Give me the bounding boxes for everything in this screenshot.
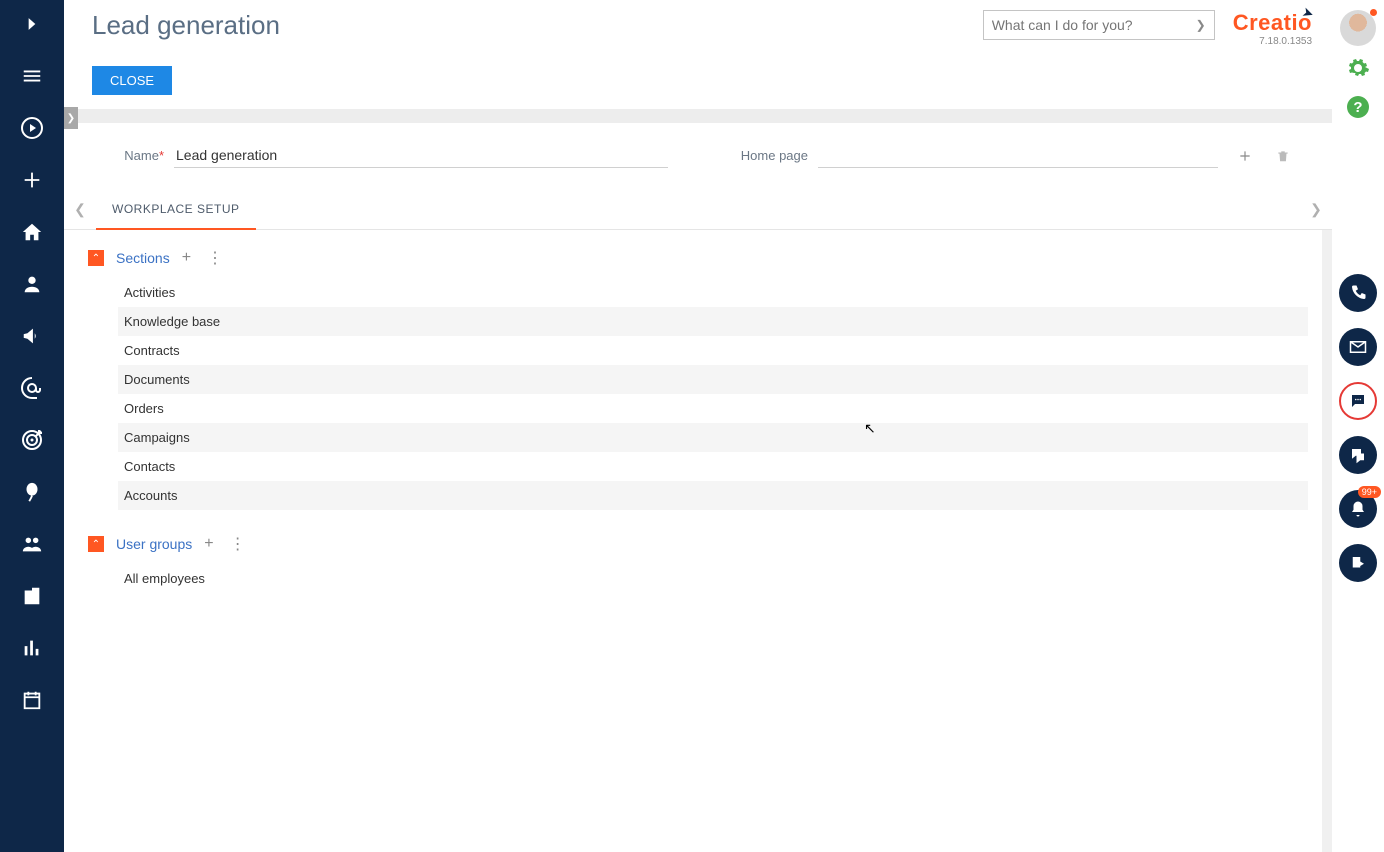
phone-icon[interactable] [1339,274,1377,312]
search-box[interactable]: ❯ [983,10,1215,40]
expand-icon[interactable] [18,10,46,38]
tab-row: ❮ WORKPLACE SETUP ❯ [64,190,1332,230]
version-text: 7.18.0.1353 [1233,36,1312,47]
notification-badge: 99+ [1358,486,1381,498]
sections-header: ⌃ Sections + ⋮ [88,248,1308,268]
usergroups-title: User groups [116,536,192,552]
usergroups-list: All employees [118,564,1308,593]
usergroups-menu-icon[interactable]: ⋮ [230,534,244,554]
clear-homepage-icon[interactable] [1274,147,1292,165]
vertical-scrollbar[interactable] [1322,230,1332,852]
at-icon[interactable] [18,374,46,402]
content-area: ⌃ Sections + ⋮ ActivitiesKnowledge baseC… [64,230,1332,635]
form-card: Name* Home page [64,123,1332,190]
tab-next-icon[interactable]: ❯ [1300,201,1332,218]
calendar-icon[interactable] [18,686,46,714]
svg-text:?: ? [1353,99,1362,116]
tab-workplace-setup[interactable]: WORKPLACE SETUP [96,190,256,230]
avatar[interactable] [1340,10,1376,46]
sections-collapse-icon[interactable]: ⌃ [88,250,104,266]
balloon-icon[interactable] [18,478,46,506]
brand-logo: Creatio➤ [1233,10,1312,36]
team-icon[interactable] [18,530,46,558]
main-content: Lead generation ❯ Creatio➤ 7.18.0.1353 C… [64,0,1332,852]
sections-title: Sections [116,250,170,266]
page-title: Lead generation [92,10,280,41]
list-item[interactable]: Orders [118,394,1308,423]
name-field[interactable] [174,143,668,168]
play-icon[interactable] [18,114,46,142]
list-item[interactable]: Activities [118,278,1308,307]
sections-list: ActivitiesKnowledge baseContractsDocumen… [118,278,1308,510]
chart-icon[interactable] [18,634,46,662]
help-icon[interactable]: ? [1346,95,1370,124]
usergroups-add-icon[interactable]: + [204,535,213,553]
brand: Creatio➤ 7.18.0.1353 [1233,10,1312,47]
person-icon[interactable] [18,270,46,298]
usergroups-header: ⌃ User groups + ⋮ [88,534,1308,554]
target-icon[interactable] [18,426,46,454]
megaphone-icon[interactable] [18,322,46,350]
right-rail: ? 99+ [1332,0,1384,852]
panel-expand-icon[interactable]: ❯ [64,107,78,129]
mail-icon[interactable] [1339,328,1377,366]
left-rail [0,0,64,852]
homepage-field[interactable] [818,143,1218,168]
feed-icon[interactable] [1339,436,1377,474]
plus-icon[interactable] [18,166,46,194]
usergroups-collapse-icon[interactable]: ⌃ [88,536,104,552]
list-item[interactable]: Contracts [118,336,1308,365]
sections-add-icon[interactable]: + [182,249,191,267]
process-icon[interactable] [1339,544,1377,582]
list-item[interactable]: Documents [118,365,1308,394]
list-item[interactable]: Knowledge base [118,307,1308,336]
list-item[interactable]: Contacts [118,452,1308,481]
topbar: Lead generation ❯ Creatio➤ 7.18.0.1353 [64,0,1332,60]
name-field-label: Name* [104,148,164,163]
chevron-right-icon[interactable]: ❯ [1190,18,1206,32]
list-item[interactable]: Accounts [118,481,1308,510]
menu-icon[interactable] [18,62,46,90]
section-divider: ❯ [64,109,1332,123]
building-icon[interactable] [18,582,46,610]
bell-icon[interactable]: 99+ [1339,490,1377,528]
chat-icon[interactable] [1339,382,1377,420]
homepage-field-label: Home page [728,148,808,163]
tab-prev-icon[interactable]: ❮ [64,201,96,218]
search-input[interactable] [992,17,1190,33]
list-item[interactable]: All employees [118,564,1308,593]
home-icon[interactable] [18,218,46,246]
sections-menu-icon[interactable]: ⋮ [207,248,221,268]
list-item[interactable]: Campaigns [118,423,1308,452]
gear-icon[interactable] [1346,56,1370,85]
close-button[interactable]: CLOSE [92,66,172,95]
add-homepage-icon[interactable] [1236,147,1254,165]
